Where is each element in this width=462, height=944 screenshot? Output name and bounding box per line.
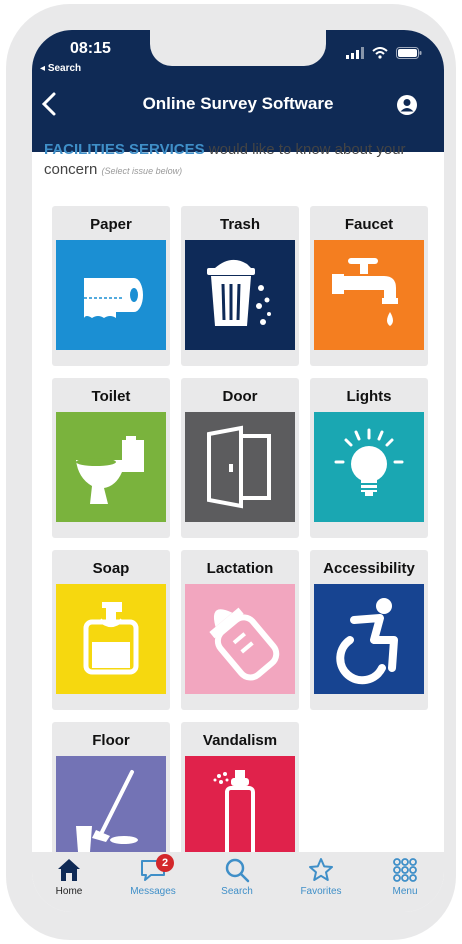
tab-menu[interactable]: Menu xyxy=(370,856,440,897)
tab-label: Menu xyxy=(392,886,418,897)
mop-bucket-icon xyxy=(56,756,166,866)
search-icon xyxy=(225,858,250,883)
grid-menu-icon xyxy=(393,858,417,882)
tile-label: Accessibility xyxy=(323,560,415,577)
battery-icon xyxy=(396,47,422,59)
tab-favorites[interactable]: Favorites xyxy=(286,856,356,897)
star-icon xyxy=(309,858,333,881)
home-icon xyxy=(58,859,80,881)
tab-messages[interactable]: 2 Messages xyxy=(118,854,188,897)
tile-label: Lights xyxy=(346,388,392,405)
tile-soap[interactable]: Soap xyxy=(52,550,170,710)
back-to-app-label: Search xyxy=(47,63,82,74)
tab-label: Search xyxy=(221,886,253,897)
app-screen: 08:15 ◂ Search Online Survey Software FA… xyxy=(32,30,444,912)
tile-toilet[interactable]: Toilet xyxy=(52,378,170,538)
tile-accessibility[interactable]: Accessibility xyxy=(310,550,428,710)
tile-label: Faucet xyxy=(344,216,394,233)
tile-door[interactable]: Door xyxy=(181,378,299,538)
intro-text: FACILITIES SERVICES would like to know a… xyxy=(44,140,432,181)
soap-dispenser-icon xyxy=(56,584,166,694)
tab-home[interactable]: Home xyxy=(34,856,104,897)
wifi-icon xyxy=(372,47,388,59)
trash-can-icon xyxy=(185,240,295,350)
phone-frame: 08:15 ◂ Search Online Survey Software FA… xyxy=(6,4,456,940)
tile-label: Soap xyxy=(92,560,130,577)
tile-trash[interactable]: Trash xyxy=(181,206,299,366)
toilet-paper-icon xyxy=(56,240,166,350)
tile-lights[interactable]: Lights xyxy=(310,378,428,538)
faucet-icon xyxy=(314,240,424,350)
unread-badge: 2 xyxy=(156,854,174,872)
baby-bottle-icon xyxy=(185,584,295,694)
tile-label: Door xyxy=(222,388,258,405)
door-icon xyxy=(185,412,295,522)
department-name: FACILITIES SERVICES xyxy=(44,141,205,158)
profile-icon[interactable] xyxy=(396,94,418,116)
tile-label: Trash xyxy=(219,216,261,233)
status-time: 08:15 xyxy=(70,40,111,57)
tile-label: Floor xyxy=(92,732,130,749)
tab-bar: Home 2 Messages Search Favorites Menu xyxy=(32,852,444,912)
tile-faucet[interactable]: Faucet xyxy=(310,206,428,366)
back-to-app-link[interactable]: ◂ Search xyxy=(40,63,81,74)
tile-label: Toilet xyxy=(91,388,131,405)
light-bulb-icon xyxy=(314,412,424,522)
app-header: 08:15 ◂ Search Online Survey Software xyxy=(32,30,444,152)
page-title: Online Survey Software xyxy=(142,94,334,113)
tab-label: Favorites xyxy=(300,886,342,897)
tab-label: Home xyxy=(55,886,83,897)
toilet-icon xyxy=(56,412,166,522)
tile-label: Lactation xyxy=(206,560,274,577)
tile-paper[interactable]: Paper xyxy=(52,206,170,366)
select-hint: (Select issue below) xyxy=(101,166,183,176)
tab-label: Messages xyxy=(130,886,176,897)
device-notch xyxy=(150,30,326,66)
tile-lactation[interactable]: Lactation xyxy=(181,550,299,710)
wheelchair-icon xyxy=(314,584,424,694)
tab-search[interactable]: Search xyxy=(202,856,272,897)
signal-icon xyxy=(346,47,364,59)
spray-can-icon xyxy=(185,756,295,866)
status-icons xyxy=(346,47,422,59)
tile-label: Vandalism xyxy=(202,732,278,749)
tile-label: Paper xyxy=(90,216,132,233)
